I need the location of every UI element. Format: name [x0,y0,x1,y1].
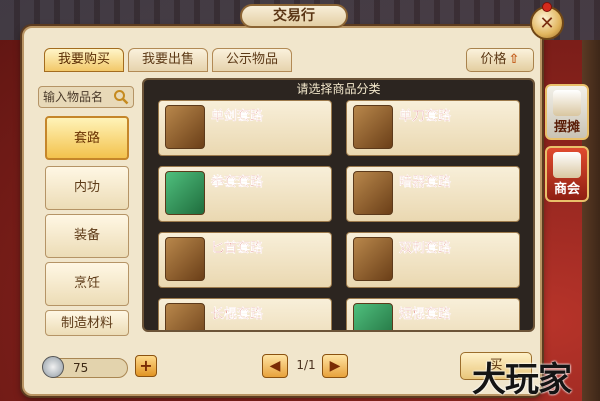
category-taolu[interactable]: 套路 [45,116,129,160]
grid-item-twin-pierce[interactable]: 双刺套路 [346,232,520,288]
scroll-icon [165,171,205,215]
side-guild-label: 商会 [553,182,580,197]
scroll-icon [165,105,205,149]
item-label: 双刺套路 [399,241,452,256]
scroll-icon [165,303,205,330]
tab-sell[interactable]: 我要出售 [128,48,208,72]
close-icon: ✕ [539,12,555,34]
item-grid: 请选择商品分类 单剑套路 单刀套路 拳套套路 暗器套路 匕首套路 双刺套路 长棍… [142,78,535,332]
grid-item-hidden-weapon[interactable]: 暗器套路 [346,166,520,222]
arrow-up-icon: ⇧ [508,52,520,67]
window-title: 交易行 [240,4,348,28]
side-stall-button[interactable]: 摆摊 [545,84,589,140]
grid-item-fist[interactable]: 拳套套路 [158,166,332,222]
grid-item-dagger[interactable]: 匕首套路 [158,232,332,288]
page-indicator: 1/1 [296,358,316,372]
scroll-icon [353,105,393,149]
add-currency-button[interactable]: + [135,355,157,377]
grid-item-short-staff[interactable]: 短棍套路 [346,298,520,330]
grid-header: 请选择商品分类 [296,82,381,96]
sort-price-button[interactable]: 价格 ⇧ [466,48,534,72]
category-equipment[interactable]: 装备 [45,214,129,258]
watermark-logo: 大玩家 [472,360,572,400]
chevron-right-icon: ▶ [329,358,341,374]
item-label: 暗器套路 [399,175,452,190]
item-label: 单剑套路 [211,109,264,124]
chevron-left-icon: ◀ [269,358,281,374]
item-label: 长棍套路 [211,307,264,322]
scroll-icon [353,171,393,215]
silver-coin-icon [42,356,64,378]
tab-public-items[interactable]: 公示物品 [212,48,292,72]
currency-amount: 75 [73,361,89,375]
tab-buy[interactable]: 我要购买 [44,48,124,72]
side-guild-button[interactable]: 商会 [545,146,589,202]
sort-price-label: 价格 [480,52,507,67]
category-cooking[interactable]: 烹饪 [45,262,129,306]
category-neigong[interactable]: 内功 [45,166,129,210]
scroll-icon [165,237,205,281]
scroll-icon [353,237,393,281]
item-label: 单刀套路 [399,109,452,124]
plus-icon: + [139,356,153,375]
search-input[interactable]: 输入物品名 [38,86,134,108]
category-materials[interactable]: 制造材料 [45,310,129,336]
item-label: 匕首套路 [211,241,264,256]
grid-item-long-staff[interactable]: 长棍套路 [158,298,332,330]
search-placeholder: 输入物品名 [43,90,104,104]
item-label: 短棍套路 [399,307,452,322]
side-stall-label: 摆摊 [553,120,580,135]
grid-item-single-sword[interactable]: 单剑套路 [158,100,332,156]
stall-icon [553,90,581,116]
guild-icon [553,152,581,178]
next-page-button[interactable]: ▶ [322,354,348,378]
notification-dot [542,2,552,12]
prev-page-button[interactable]: ◀ [262,354,288,378]
grid-item-single-blade[interactable]: 单刀套路 [346,100,520,156]
item-label: 拳套套路 [211,175,264,190]
close-button[interactable]: ✕ [530,2,564,40]
scroll-icon [353,303,393,330]
search-icon[interactable] [113,89,129,105]
